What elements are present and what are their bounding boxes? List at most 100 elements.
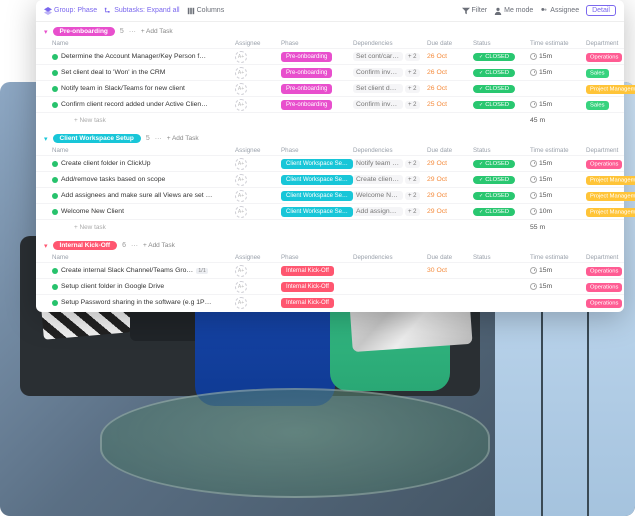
phase-pill[interactable]: Client Workspace Se… — [281, 175, 353, 185]
phase-pill[interactable]: Client Workspace Se… — [281, 207, 353, 217]
task-row[interactable]: Create client folder in ClickUpA+Client … — [36, 155, 624, 171]
time-estimate-total: 45 m — [530, 117, 582, 124]
add-task-link[interactable]: + Add Task — [143, 242, 175, 249]
assignee-add-icon[interactable]: A+ — [235, 67, 247, 79]
group-pill-iko[interactable]: Internal Kick-Off — [53, 241, 118, 250]
department-tag[interactable]: Project Management — [586, 192, 635, 201]
department-tag[interactable]: Operations — [586, 160, 622, 169]
assignee-add-icon[interactable]: A+ — [235, 158, 247, 170]
add-task-link[interactable]: + Add Task — [167, 135, 199, 142]
subtasks-control[interactable]: Subtasks: Expand all — [104, 7, 179, 15]
phase-pill[interactable]: Pre-onboarding — [281, 100, 332, 110]
filter-control[interactable]: Filter — [462, 7, 488, 15]
phase-pill[interactable]: Internal Kick-Off — [281, 266, 334, 276]
assignee-add-icon[interactable]: A+ — [235, 99, 247, 111]
department-tag[interactable]: Operations — [586, 53, 622, 62]
department-tag[interactable]: Operations — [586, 299, 622, 308]
task-row[interactable]: Setup client folder in Google DriveA+Int… — [36, 278, 624, 294]
assignee-add-icon[interactable]: A+ — [235, 190, 247, 202]
dependencies-cell[interactable]: Welcome New Clie…+ 2 — [353, 191, 423, 200]
status-badge[interactable]: CLOSED — [473, 160, 515, 168]
status-badge[interactable]: CLOSED — [473, 85, 515, 93]
due-date[interactable]: 26 Oct — [427, 69, 469, 76]
time-estimate[interactable]: 15m — [530, 283, 582, 290]
collapse-icon[interactable]: ▾ — [44, 28, 48, 36]
due-date[interactable]: 29 Oct — [427, 160, 469, 167]
detail-button[interactable]: Detail — [586, 5, 616, 16]
group-pill-cws[interactable]: Client Workspace Setup — [53, 134, 141, 143]
department-tag[interactable]: Project Management — [586, 176, 635, 185]
assignee-add-icon[interactable]: A+ — [235, 83, 247, 95]
columns-control[interactable]: Columns — [187, 7, 225, 15]
phase-pill[interactable]: Client Workspace Se… — [281, 159, 353, 169]
phase-pill[interactable]: Client Workspace Se… — [281, 191, 353, 201]
dependencies-cell[interactable]: Notify team in Sla…+ 2 — [353, 159, 423, 168]
department-tag[interactable]: Project Management — [586, 208, 635, 217]
task-row[interactable]: Determine the Account Manager/Key Person… — [36, 48, 624, 64]
time-estimate[interactable]: 15m — [530, 101, 582, 108]
status-badge[interactable]: CLOSED — [473, 176, 515, 184]
phase-pill[interactable]: Pre-onboarding — [281, 52, 332, 62]
group-pill-pre[interactable]: Pre-onboarding — [53, 27, 115, 36]
new-task-link[interactable]: + New task — [52, 222, 231, 233]
task-row[interactable]: Create internal Slack Channel/Teams Gro…… — [36, 262, 624, 278]
due-date[interactable]: 29 Oct — [427, 176, 469, 183]
department-tag[interactable]: Project Management — [586, 85, 635, 94]
assignee-add-icon[interactable]: A+ — [235, 281, 247, 293]
task-row[interactable]: Set client deal to 'Won' in the CRMA+Pre… — [36, 64, 624, 80]
assignee-add-icon[interactable]: A+ — [235, 174, 247, 186]
task-row[interactable]: Notify team in Slack/Teams for new clien… — [36, 80, 624, 96]
assignee-add-icon[interactable]: A+ — [235, 51, 247, 63]
collapse-icon[interactable]: ▾ — [44, 135, 48, 143]
due-date[interactable]: 29 Oct — [427, 192, 469, 199]
status-badge[interactable]: CLOSED — [473, 208, 515, 216]
status-badge[interactable]: CLOSED — [473, 69, 515, 77]
time-estimate[interactable]: 15m — [530, 176, 582, 183]
due-date[interactable]: 25 Oct — [427, 101, 469, 108]
assignee-control[interactable]: Assignee — [540, 7, 579, 15]
time-estimate[interactable]: 15m — [530, 53, 582, 60]
new-task-link[interactable]: + New task — [52, 115, 231, 126]
phase-pill[interactable]: Pre-onboarding — [281, 84, 332, 94]
ellipsis-icon[interactable]: ⋯ — [129, 28, 136, 36]
dependencies-cell[interactable]: Add assignees an…+ 2 — [353, 207, 423, 216]
phase-pill[interactable]: Pre-onboarding — [281, 68, 332, 78]
department-tag[interactable]: Operations — [586, 267, 622, 276]
status-badge[interactable]: CLOSED — [473, 192, 515, 200]
dependencies-cell[interactable]: Set client deal to…+ 2 — [353, 84, 423, 93]
task-row[interactable]: Add/remove tasks based on scopeA+Client … — [36, 171, 624, 187]
ellipsis-icon[interactable]: ⋯ — [155, 135, 162, 143]
time-estimate[interactable]: 15m — [530, 192, 582, 199]
task-row[interactable]: Add assignees and make sure all Views ar… — [36, 187, 624, 203]
due-date[interactable]: 26 Oct — [427, 85, 469, 92]
phase-pill[interactable]: Internal Kick-Off — [281, 298, 334, 308]
due-date[interactable]: 30 Oct — [427, 267, 469, 274]
dependencies-cell[interactable]: Create client fold…+ 2 — [353, 175, 423, 184]
task-row[interactable]: Welcome New ClientA+Client Workspace Se…… — [36, 203, 624, 219]
me-mode-control[interactable]: Me mode — [494, 7, 533, 15]
department-tag[interactable]: Sales — [586, 101, 609, 110]
department-tag[interactable]: Sales — [586, 69, 609, 78]
task-row[interactable]: Setup Password sharing in the software (… — [36, 294, 624, 310]
add-task-link[interactable]: + Add Task — [141, 28, 173, 35]
dependencies-cell[interactable]: Confirm invoice h…+ 2 — [353, 100, 423, 109]
ellipsis-icon[interactable]: ⋯ — [131, 242, 138, 250]
time-estimate[interactable]: 15m — [530, 160, 582, 167]
due-date[interactable]: 26 Oct — [427, 53, 469, 60]
time-estimate[interactable]: 10m — [530, 208, 582, 215]
dependencies-cell[interactable]: Confirm invoice h…+ 2 — [353, 68, 423, 77]
department-tag[interactable]: Operations — [586, 283, 622, 292]
time-estimate[interactable]: 15m — [530, 267, 582, 274]
phase-pill[interactable]: Internal Kick-Off — [281, 282, 334, 292]
due-date[interactable]: 29 Oct — [427, 208, 469, 215]
status-badge[interactable]: CLOSED — [473, 101, 515, 109]
task-row[interactable]: Confirm client record added under Active… — [36, 96, 624, 112]
assignee-add-icon[interactable]: A+ — [235, 297, 247, 309]
group-by-control[interactable]: Group: Phase — [44, 7, 97, 15]
assignee-add-icon[interactable]: A+ — [235, 265, 247, 277]
status-badge[interactable]: CLOSED — [473, 53, 515, 61]
time-estimate[interactable]: 15m — [530, 69, 582, 76]
assignee-add-icon[interactable]: A+ — [235, 206, 247, 218]
collapse-icon[interactable]: ▾ — [44, 242, 48, 250]
dependencies-cell[interactable]: Set cont/care to…+ 2 — [353, 52, 423, 61]
